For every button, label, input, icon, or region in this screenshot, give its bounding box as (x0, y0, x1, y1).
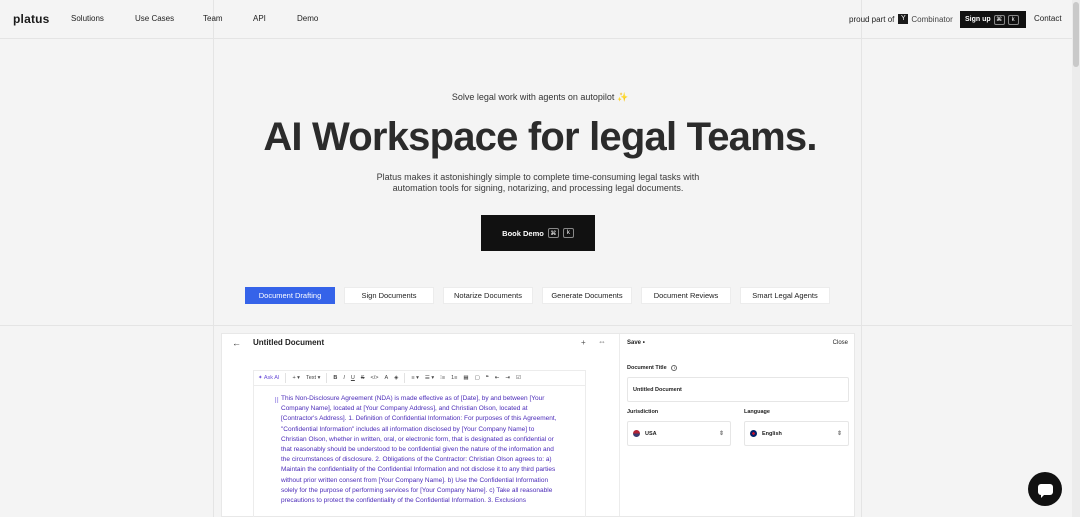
list-dropdown[interactable]: ☰ ▾ (425, 375, 434, 381)
bold-icon[interactable]: B (333, 375, 337, 381)
unsaved-dot: • (642, 340, 645, 346)
nav-link-solutions[interactable]: Solutions (71, 14, 104, 23)
signup-button[interactable]: Sign up ⌘ k (960, 11, 1026, 28)
book-demo-button[interactable]: Book Demo ⌘ k (481, 215, 595, 251)
sparkle-icon: ✨ (616, 92, 629, 102)
hero-tagline: Solve legal work with agents on autopilo… (0, 92, 1080, 103)
code-icon[interactable]: </> (371, 375, 379, 381)
yc-logo-icon: Y (898, 14, 909, 24)
nav-link-team[interactable]: Team (203, 14, 223, 23)
proud-text: proud part of (849, 14, 895, 24)
language-value: English (762, 430, 782, 437)
insert-dropdown[interactable]: + ▾ (292, 375, 300, 381)
tab-document-drafting[interactable]: Document Drafting (245, 287, 335, 304)
nav-link-contact[interactable]: Contact (1034, 14, 1062, 23)
strikethrough-icon[interactable]: S (361, 375, 365, 381)
underline-icon[interactable]: U (351, 375, 355, 381)
select-caret-icon: ⇕ (718, 431, 724, 437)
close-button[interactable]: Close (833, 340, 848, 346)
chat-widget-button[interactable] (1028, 472, 1062, 506)
back-arrow-icon[interactable]: ← (232, 338, 241, 348)
chat-bubble-icon (1037, 483, 1053, 498)
bullet-list-icon[interactable]: ⁝≡ (440, 375, 445, 381)
drag-handle-icon[interactable]: ⠿ (274, 397, 279, 405)
yc-badge[interactable]: proud part of Y Combinator (849, 14, 953, 24)
image-icon[interactable]: ▢ (475, 375, 480, 381)
language-select[interactable]: English ⇕ (744, 421, 849, 446)
nav-link-demo[interactable]: Demo (297, 14, 318, 23)
numbered-list-icon[interactable]: 1≡ (451, 375, 457, 381)
k-key-icon: k (1007, 14, 1019, 25)
outdent-icon[interactable]: ⇤ (495, 375, 500, 381)
tab-notarize-documents[interactable]: Notarize Documents (443, 287, 533, 304)
book-demo-label: Book Demo (502, 228, 544, 238)
table-icon[interactable]: ▦ (463, 375, 468, 381)
scrollbar-thumb[interactable] (1073, 2, 1079, 67)
document-title: Untitled Document (253, 338, 325, 347)
tab-generate-documents[interactable]: Generate Documents (542, 287, 632, 304)
k-key-icon: k (562, 228, 574, 238)
document-body[interactable]: This Non-Disclosure Agreement (NDA) is m… (281, 394, 559, 506)
jurisdiction-value: USA (645, 430, 657, 437)
grid-line (0, 325, 1080, 326)
quote-icon[interactable]: ❝ (486, 375, 489, 381)
document-title-label: Document Title i (627, 365, 678, 371)
text-color-icon[interactable]: A (384, 375, 388, 381)
text-style-dropdown[interactable]: Text ▾ (306, 375, 320, 381)
hero-headline: AI Workspace for legal Teams. (263, 115, 817, 159)
top-nav: platus Solutions Use Cases Team API Demo… (0, 0, 1072, 38)
tab-sign-documents[interactable]: Sign Documents (344, 287, 434, 304)
command-key-icon: ⌘ (993, 14, 1005, 25)
document-editor[interactable]: ⠿ This Non-Disclosure Agreement (NDA) is… (253, 386, 586, 517)
link-icon[interactable]: ⇔ (598, 337, 606, 346)
logo[interactable]: platus (13, 12, 50, 26)
align-dropdown[interactable]: ≡ ▾ (411, 375, 419, 381)
nav-link-use-cases[interactable]: Use Cases (135, 14, 174, 23)
save-label: Save (627, 340, 642, 346)
select-caret-icon: ⇕ (836, 431, 842, 437)
jurisdiction-label: Jurisdiction (627, 409, 659, 415)
toolbar-divider (326, 373, 328, 383)
save-button[interactable]: Save • (627, 340, 645, 346)
us-flag-icon (633, 430, 640, 437)
tab-document-reviews[interactable]: Document Reviews (641, 287, 731, 304)
highlight-icon[interactable]: ◈ (394, 375, 398, 381)
checklist-icon[interactable]: ☑ (516, 375, 521, 381)
page-scrollbar[interactable] (1072, 0, 1080, 517)
command-key-icon: ⌘ (547, 228, 559, 238)
yc-name: Combinator (911, 14, 953, 24)
language-label: Language (744, 409, 770, 415)
ask-ai-button[interactable]: ✦ Ask AI (258, 375, 279, 381)
info-icon[interactable]: i (671, 365, 678, 371)
italic-icon[interactable]: I (343, 375, 345, 381)
tab-smart-legal-agents[interactable]: Smart Legal Agents (740, 287, 830, 304)
indent-icon[interactable]: ⇥ (505, 375, 510, 381)
signup-label: Sign up (965, 16, 991, 23)
jurisdiction-select[interactable]: USA ⇕ (627, 421, 731, 446)
uk-flag-icon (750, 430, 757, 437)
nav-link-api[interactable]: API (253, 14, 266, 23)
document-title-field[interactable]: Untitled Document (627, 377, 849, 402)
grid-line (213, 0, 214, 517)
app-preview: ← Untitled Document + ⇔ ✦ Ask AI + ▾ Tex… (221, 333, 855, 517)
toolbar-divider (404, 373, 406, 383)
grid-line (0, 38, 1080, 39)
document-title-label-text: Document Title (627, 365, 667, 371)
editor-toolbar: ✦ Ask AI + ▾ Text ▾ B I U S </> A ◈ ≡ ▾ … (253, 370, 586, 386)
toolbar-divider (285, 373, 287, 383)
hero-subtitle: Platus makes it astonishingly simple to … (376, 172, 700, 193)
grid-line (861, 0, 862, 517)
tagline-text: Solve legal work with agents on autopilo… (451, 92, 615, 102)
add-icon[interactable]: + (581, 338, 586, 347)
panel-divider (619, 334, 620, 516)
